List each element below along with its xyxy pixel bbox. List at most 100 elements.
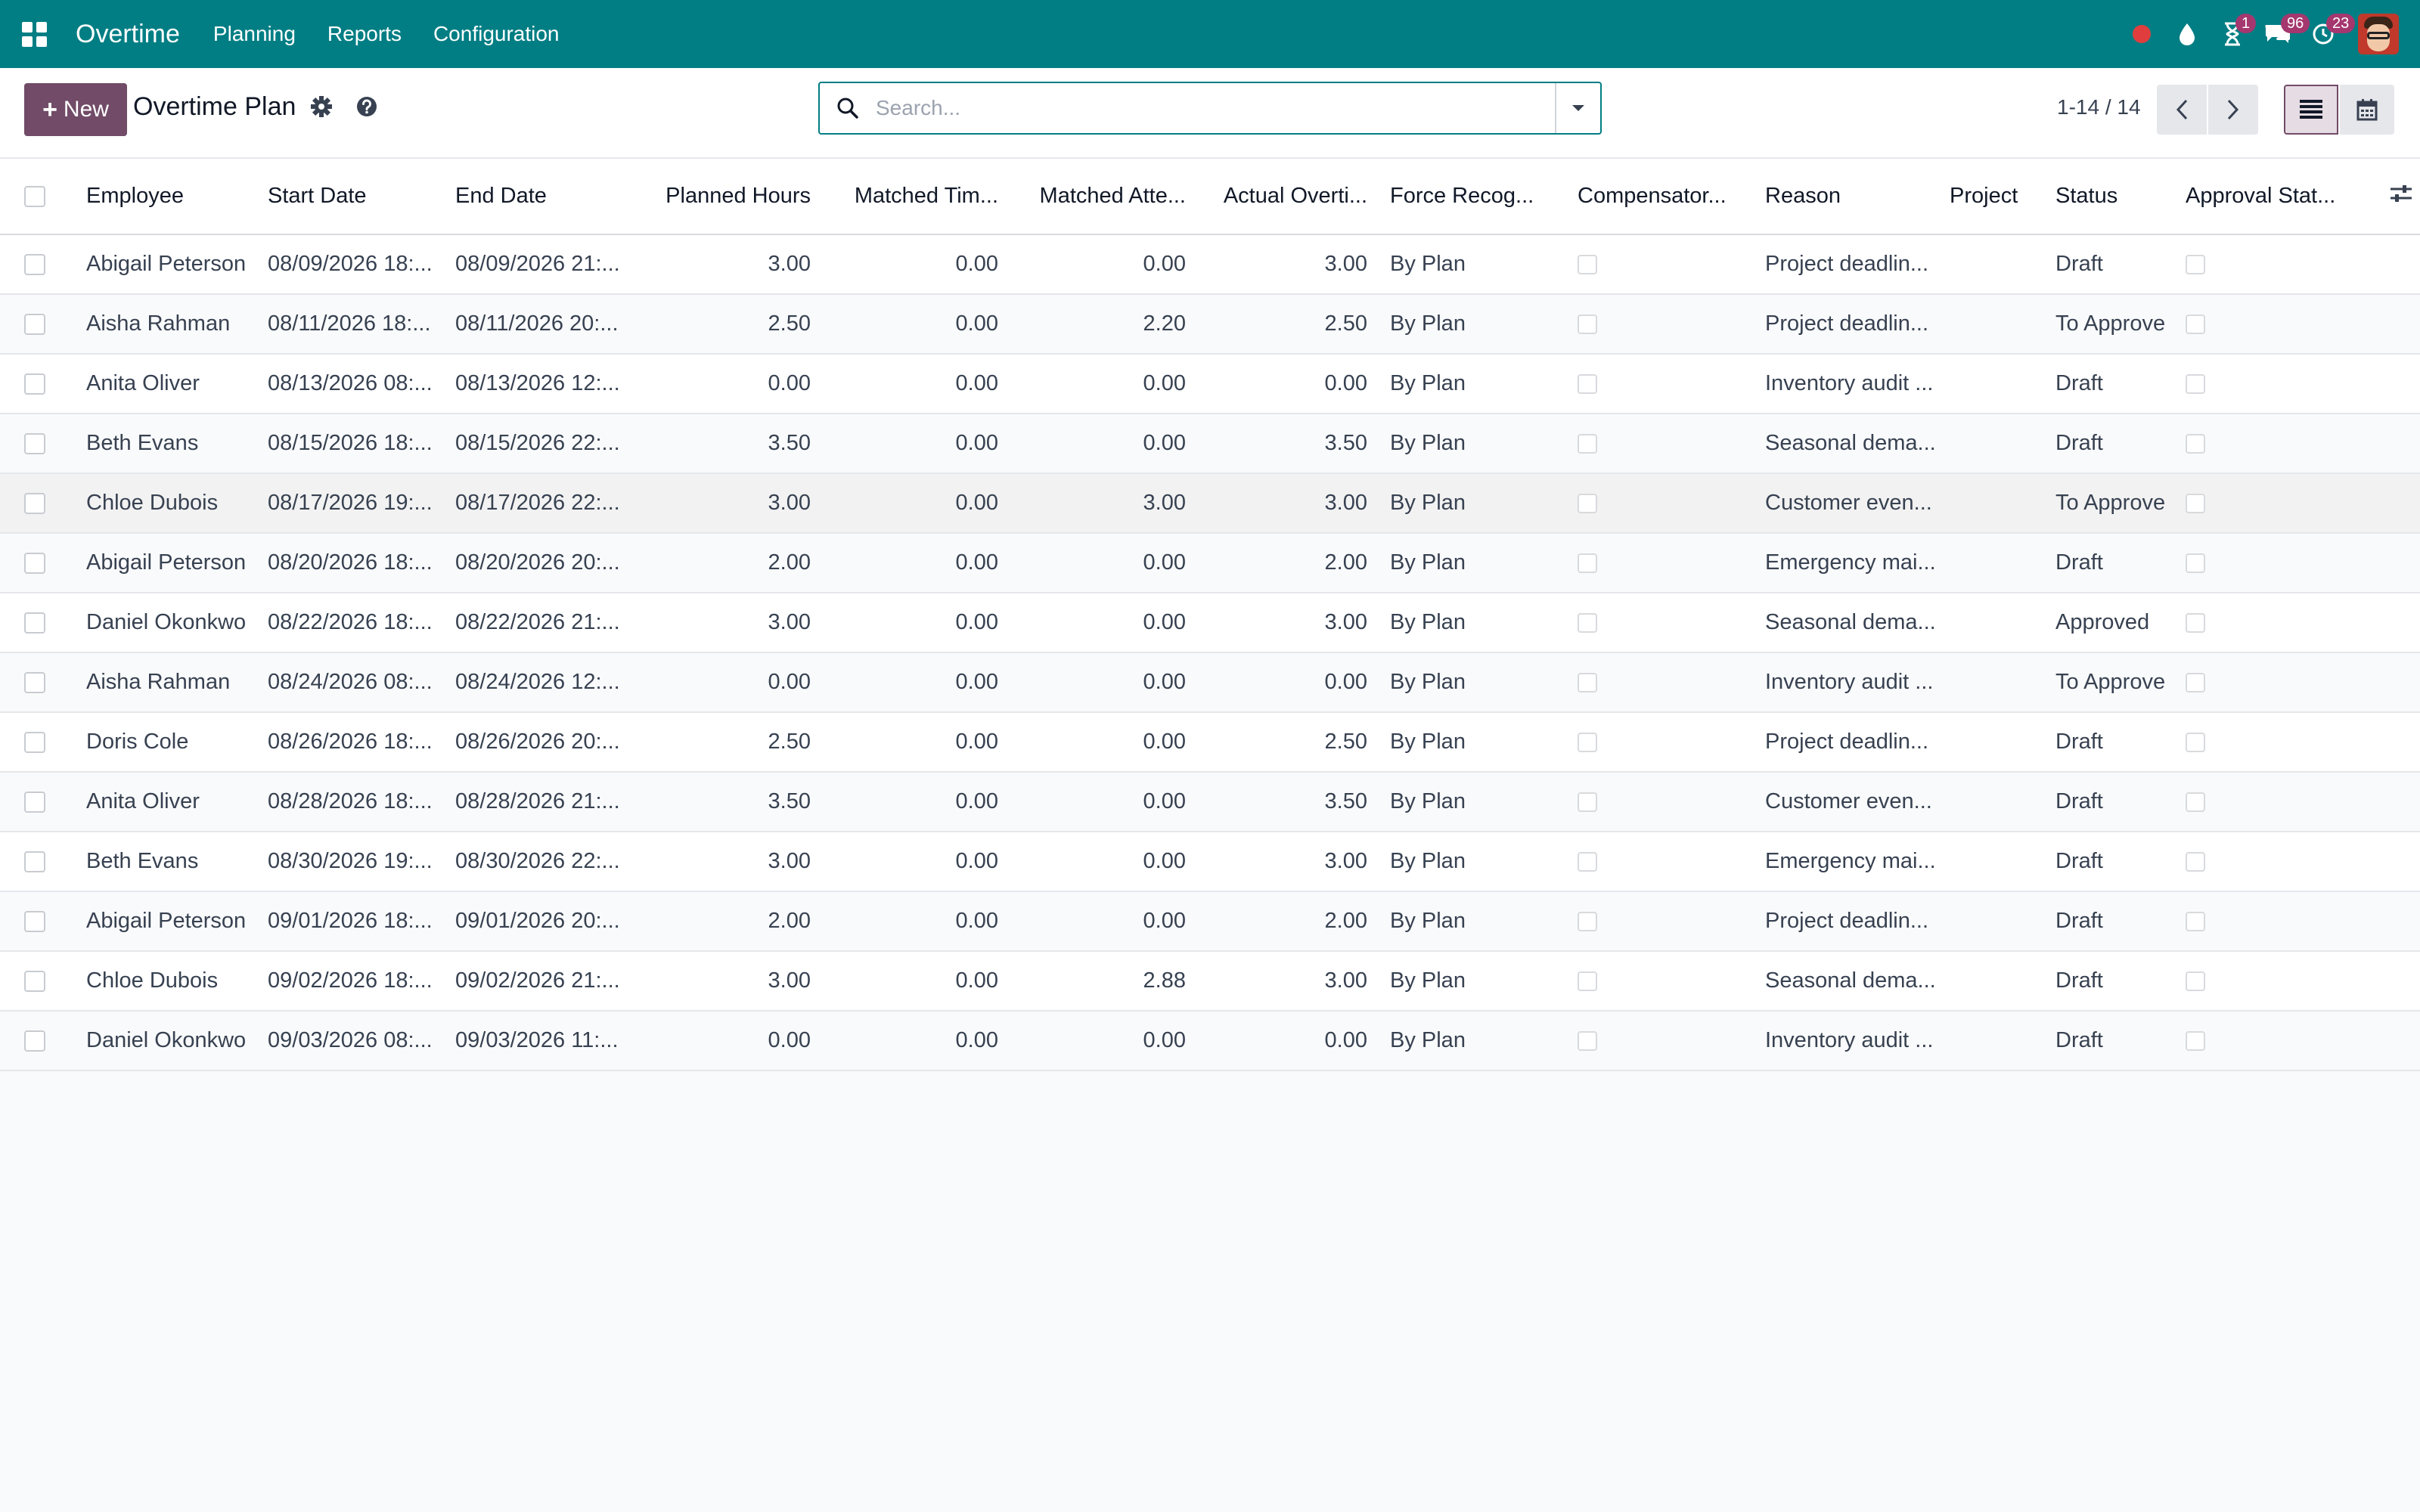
cell-end-date: 09/02/2026 21:...	[455, 968, 620, 993]
col-end-date[interactable]: End Date	[445, 159, 634, 235]
cell-status: Draft	[2055, 849, 2103, 873]
drop-button[interactable]	[2164, 0, 2210, 68]
search-input[interactable]	[876, 96, 1555, 120]
cell-reason: Customer even...	[1765, 789, 1932, 813]
cell-project	[1939, 712, 2045, 772]
optional-columns-toggle[interactable]	[2379, 159, 2420, 235]
followup-badge: 23	[2326, 14, 2356, 33]
app-brand[interactable]: Overtime	[76, 20, 180, 49]
table-row[interactable]: Abigail Peterson 08/09/2026 18:... 08/09/2…	[0, 234, 2420, 294]
col-matched-time[interactable]: Matched Tim...	[823, 159, 1010, 235]
row-select-checkbox[interactable]	[24, 732, 45, 754]
table-row[interactable]: Beth Evans 08/30/2026 19:... 08/30/2026 22…	[0, 832, 2420, 891]
col-compensatory[interactable]: Compensator...	[1567, 159, 1754, 235]
cell-end-date: 08/09/2026 21:...	[455, 252, 620, 276]
search-bar	[818, 82, 1602, 135]
row-select-checkbox[interactable]	[24, 433, 45, 455]
row-select-checkbox[interactable]	[24, 493, 45, 515]
cell-planned-hours: 2.50	[768, 730, 811, 754]
table-row[interactable]: Abigail Peterson 09/01/2026 18:... 09/01/2…	[0, 891, 2420, 951]
search-options-toggle[interactable]	[1555, 83, 1600, 133]
table-row[interactable]: Chloe Dubois 08/17/2026 19:... 08/17/2026 …	[0, 473, 2420, 533]
cell-project	[1939, 772, 2045, 832]
table-row[interactable]: Abigail Peterson 08/20/2026 18:... 08/20/2…	[0, 533, 2420, 593]
activity-button[interactable]: 1	[2210, 0, 2257, 68]
col-matched-attendance[interactable]: Matched Atte...	[1010, 159, 1198, 235]
row-select-checkbox[interactable]	[24, 911, 45, 933]
col-employee[interactable]: Employee	[76, 159, 257, 235]
cell-spacer	[2379, 951, 2420, 1011]
select-all-checkbox[interactable]	[24, 186, 45, 208]
help-question-icon[interactable]	[355, 95, 378, 118]
menu-reports[interactable]: Reports	[327, 22, 402, 46]
row-select-checkbox[interactable]	[24, 314, 45, 336]
table-row[interactable]: Daniel Okonkwo 09/03/2026 08:... 09/03/202…	[0, 1011, 2420, 1070]
user-avatar[interactable]	[2358, 14, 2399, 54]
messages-button[interactable]: 96	[2255, 0, 2310, 68]
cell-planned-hours: 3.00	[768, 252, 811, 276]
new-button[interactable]: + New	[24, 83, 127, 136]
row-select-checkbox[interactable]	[24, 553, 45, 575]
menu-planning[interactable]: Planning	[213, 22, 296, 46]
row-select-checkbox[interactable]	[24, 1030, 45, 1052]
cell-matched-attendance: 0.00	[1143, 1028, 1186, 1052]
table-row[interactable]: Doris Cole 08/26/2026 18:... 08/26/2026 20…	[0, 712, 2420, 772]
table-row[interactable]: Chloe Dubois 09/02/2026 18:... 09/02/2026 …	[0, 951, 2420, 1011]
cell-matched-time: 0.00	[955, 789, 998, 813]
cell-status: Draft	[2055, 371, 2103, 395]
cell-employee: Beth Evans	[86, 849, 199, 873]
row-select-checkbox[interactable]	[24, 612, 45, 634]
col-status[interactable]: Status	[2045, 159, 2175, 235]
table-row[interactable]: Aisha Rahman 08/24/2026 08:... 08/24/2026 …	[0, 652, 2420, 712]
calendar-view-button[interactable]	[2340, 85, 2394, 135]
row-select-checkbox[interactable]	[24, 792, 45, 813]
cell-spacer	[2379, 354, 2420, 414]
row-select-checkbox[interactable]	[24, 373, 45, 395]
row-select-checkbox[interactable]	[24, 672, 45, 694]
cell-actual-overtime: 0.00	[1324, 670, 1367, 694]
col-planned-hours[interactable]: Planned Hours	[634, 159, 823, 235]
row-select-checkbox[interactable]	[24, 851, 45, 873]
gear-icon[interactable]	[310, 95, 333, 118]
cell-compensatory	[1567, 832, 1754, 891]
pager-next-button[interactable]	[2208, 85, 2258, 135]
recording-status-button[interactable]	[2119, 0, 2164, 68]
menu-configuration[interactable]: Configuration	[433, 22, 560, 46]
col-project[interactable]: Project	[1939, 159, 2045, 235]
cell-matched-time: 0.00	[955, 491, 998, 515]
col-reason[interactable]: Reason	[1754, 159, 1939, 235]
table-row[interactable]: Anita Oliver 08/28/2026 18:... 08/28/2026 …	[0, 772, 2420, 832]
table-row[interactable]: Beth Evans 08/15/2026 18:... 08/15/2026 22…	[0, 414, 2420, 473]
col-start-date[interactable]: Start Date	[257, 159, 445, 235]
cell-compensatory	[1567, 652, 1754, 712]
followup-button[interactable]: 23	[2301, 0, 2356, 68]
cell-employee: Anita Oliver	[86, 789, 200, 813]
cell-force-recognition: By Plan	[1390, 311, 1466, 336]
cell-matched-time: 0.00	[955, 252, 998, 276]
list-view-button[interactable]	[2284, 85, 2338, 135]
table-row[interactable]: Anita Oliver 08/13/2026 08:... 08/13/2026 …	[0, 354, 2420, 414]
cell-reason: Emergency mai...	[1765, 849, 1936, 873]
pager-previous-button[interactable]	[2157, 85, 2207, 135]
plus-icon: +	[42, 94, 57, 124]
row-select-checkbox[interactable]	[24, 254, 45, 276]
col-force-recognition[interactable]: Force Recog...	[1379, 159, 1567, 235]
row-select-checkbox[interactable]	[24, 971, 45, 993]
cell-spacer	[2379, 473, 2420, 533]
pager-value[interactable]: 1-14 / 14	[2057, 95, 2141, 119]
cell-actual-overtime: 3.00	[1324, 610, 1367, 634]
table-row[interactable]: Aisha Rahman 08/11/2026 18:... 08/11/2026 …	[0, 294, 2420, 354]
caret-down-icon	[1572, 105, 1584, 111]
col-actual-overtime[interactable]: Actual Overti...	[1198, 159, 1379, 235]
apps-menu-button[interactable]	[0, 0, 68, 68]
approval-status-checkbox	[2186, 852, 2205, 872]
cell-project	[1939, 234, 2045, 294]
cell-spacer	[2379, 832, 2420, 891]
table-row[interactable]: Daniel Okonkwo 08/22/2026 18:... 08/22/202…	[0, 593, 2420, 652]
col-approval-status[interactable]: Approval Stat...	[2175, 159, 2379, 235]
cell-reason: Seasonal dema...	[1765, 610, 1936, 634]
approval-status-checkbox	[2186, 553, 2205, 574]
cell-matched-time: 0.00	[955, 431, 998, 455]
control-panel: + New Overtime Plan 1-14 / 14	[0, 68, 2420, 159]
cell-status: Draft	[2055, 1028, 2103, 1052]
